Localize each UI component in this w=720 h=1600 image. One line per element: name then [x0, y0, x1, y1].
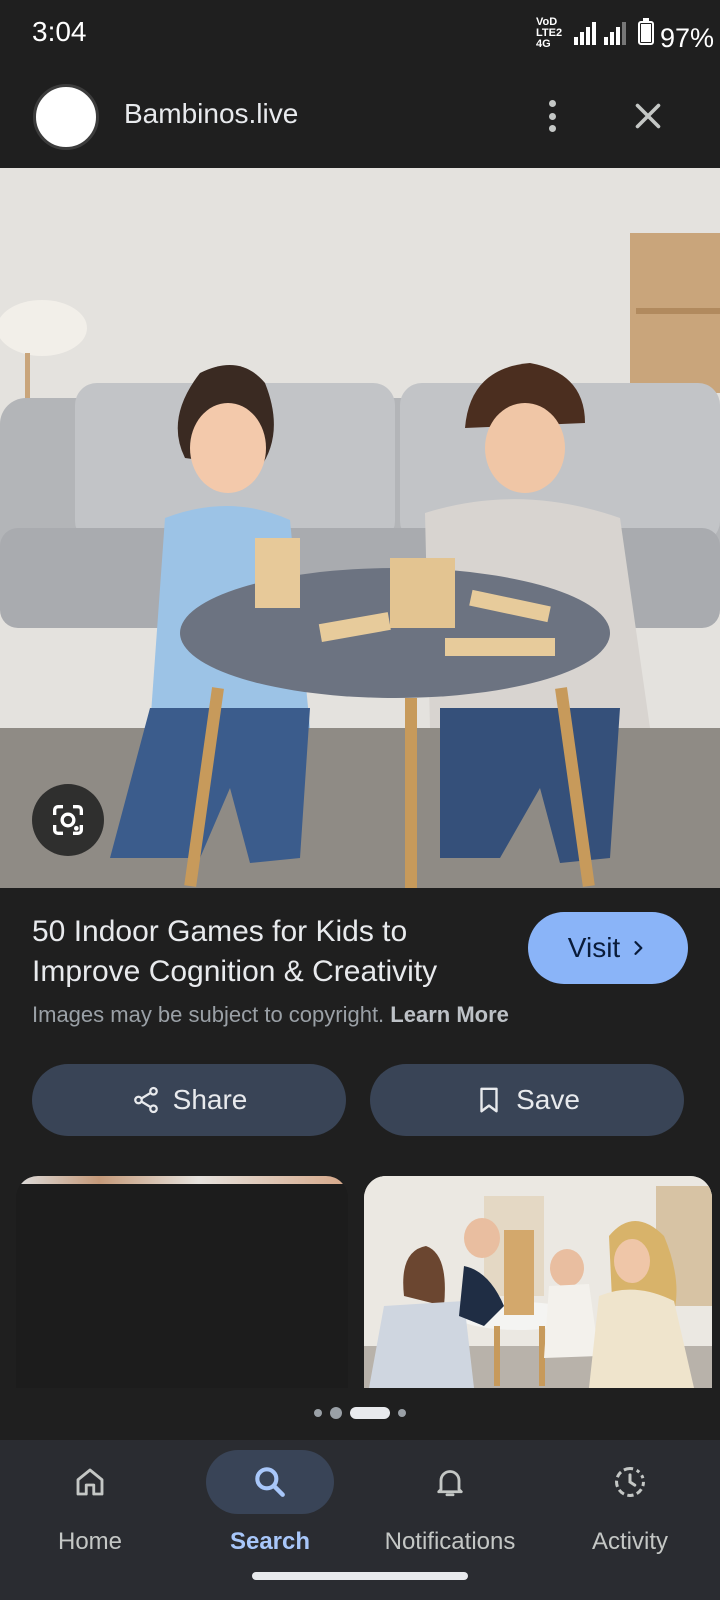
status-bar: 3:04 VoD LTE2 4G 97%	[0, 0, 720, 66]
nav-activity-label: Activity	[591, 1528, 668, 1555]
battery-icon: 97%	[638, 18, 714, 53]
nav-home-pill	[26, 1450, 154, 1514]
home-indicator[interactable]	[252, 1572, 468, 1580]
header: Bambinos.live	[0, 66, 720, 168]
status-time: 3:04	[32, 16, 87, 47]
pager-dot-active	[350, 1407, 390, 1419]
share-button[interactable]: Share	[32, 1064, 346, 1136]
nav-notifications-label: Notifications	[384, 1528, 516, 1555]
related-image-left[interactable]	[16, 1176, 348, 1388]
nav-home[interactable]: Home	[0, 1440, 180, 1570]
nav-search-label: Search	[229, 1528, 311, 1555]
nav-activity[interactable]: Activity	[540, 1440, 720, 1570]
visit-label: Visit	[567, 932, 621, 963]
signal-icon	[574, 21, 596, 45]
pager-dot	[330, 1407, 342, 1419]
pager-dot	[314, 1409, 322, 1417]
save-button[interactable]: Save	[370, 1064, 684, 1136]
related-image-illustration	[364, 1176, 712, 1388]
bookmark-icon	[480, 1087, 498, 1113]
close-icon[interactable]	[630, 98, 666, 134]
related-image-right[interactable]	[364, 1176, 712, 1388]
signal-2-icon	[604, 21, 626, 45]
nav-search[interactable]: Search	[180, 1440, 360, 1570]
nav-search-pill	[206, 1450, 334, 1514]
bell-icon	[437, 1470, 463, 1497]
learn-more-link[interactable]: Learn More	[390, 1002, 509, 1027]
nav-home-label: Home	[57, 1528, 123, 1555]
battery-percent: 97%	[659, 23, 714, 53]
pager-dot	[398, 1409, 406, 1417]
home-icon	[76, 1468, 104, 1496]
site-avatar[interactable]	[33, 84, 99, 150]
visit-button[interactable]: Visit	[528, 912, 688, 984]
nav-notifications-pill	[386, 1450, 514, 1514]
hero-illustration	[0, 168, 720, 888]
save-label: Save	[516, 1084, 580, 1115]
google-lens-icon	[53, 805, 83, 835]
search-icon	[255, 1467, 285, 1497]
nav-activity-pill	[566, 1450, 694, 1514]
result-title[interactable]: 50 Indoor Games for Kids to Improve Cogn…	[32, 912, 512, 992]
lens-button[interactable]	[32, 784, 104, 856]
status-icons: VoD LTE2 4G 97%	[536, 15, 714, 53]
related-image-left-edge	[16, 1176, 348, 1184]
activity-icon	[615, 1467, 645, 1497]
more-vert-icon[interactable]	[538, 96, 566, 136]
copyright-text: Images may be subject to copyright.	[32, 1002, 385, 1027]
nav-notifications[interactable]: Notifications	[360, 1440, 540, 1570]
chevron-right-icon	[634, 941, 643, 955]
network-label: VoD LTE2 4G	[536, 15, 563, 50]
site-name[interactable]: Bambinos.live	[124, 98, 298, 130]
hero-image[interactable]	[0, 168, 720, 888]
copyright-notice: Images may be subject to copyright. Lear…	[32, 1002, 509, 1028]
share-label: Share	[172, 1084, 248, 1115]
share-icon	[133, 1086, 158, 1114]
carousel-pager	[0, 1406, 720, 1420]
